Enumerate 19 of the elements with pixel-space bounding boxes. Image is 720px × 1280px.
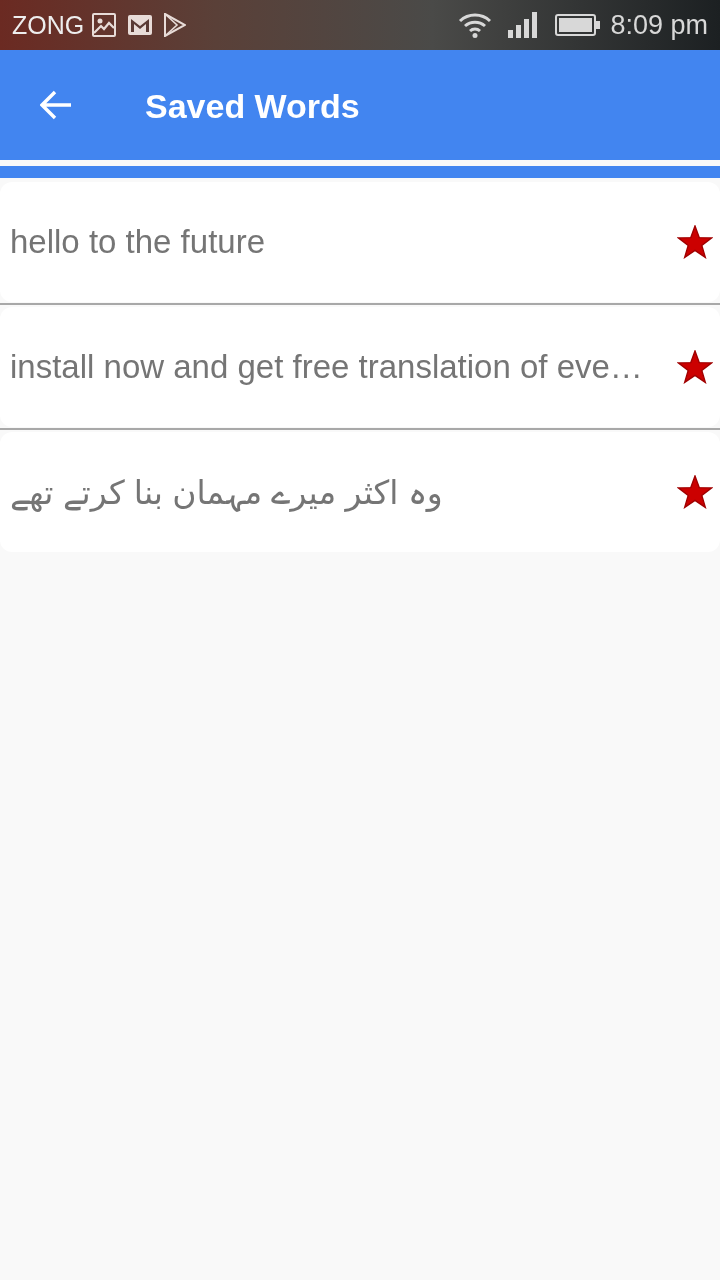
screen-title: Saved Words: [145, 86, 360, 126]
battery-icon: [555, 14, 601, 36]
star-icon[interactable]: [677, 225, 713, 259]
wifi-icon: [458, 12, 493, 38]
saved-word-text: install now and get free translation of eve…: [10, 348, 643, 386]
carrier-name: ZONG: [12, 10, 85, 40]
star-icon[interactable]: [677, 475, 713, 509]
clock-time: 8:09 pm: [610, 9, 708, 41]
saved-word-row[interactable]: hello to the future: [0, 182, 720, 302]
star-icon[interactable]: [677, 350, 713, 384]
saved-word-row[interactable]: install now and get free translation of eve…: [0, 307, 720, 427]
back-icon: [40, 90, 72, 120]
image-icon: [92, 13, 117, 37]
signal-icon: [508, 12, 540, 38]
play-icon: [164, 13, 187, 37]
saved-word-text: hello to the future: [10, 223, 265, 261]
saved-word-row[interactable]: وہ اکثر میرے مہمان بنا کرتے تھے: [0, 432, 720, 552]
saved-word-text: وہ اکثر میرے مہمان بنا کرتے تھے: [10, 472, 443, 512]
mail-icon: [128, 15, 153, 35]
